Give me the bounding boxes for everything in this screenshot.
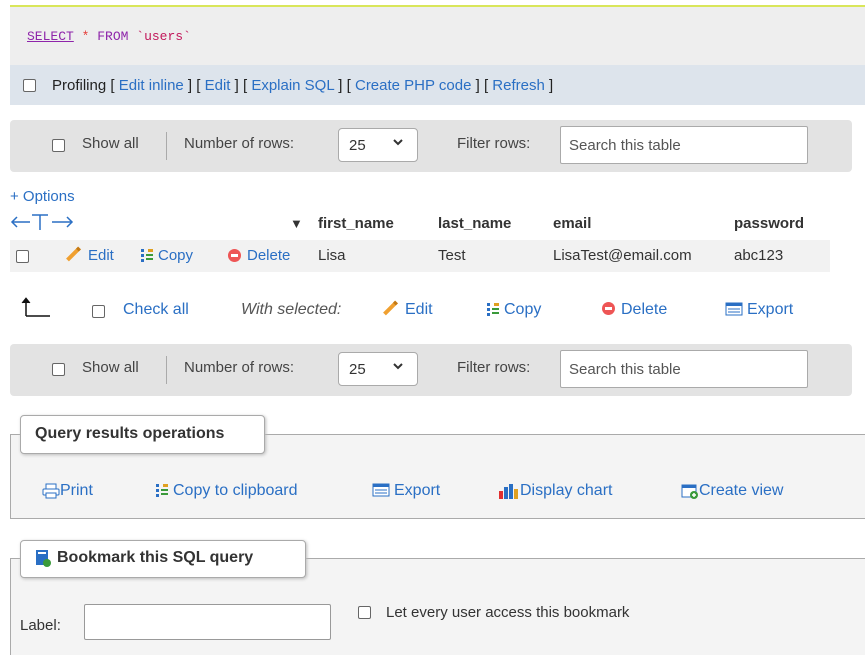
show-all-checkbox[interactable] <box>52 363 65 376</box>
row-delete-label: Delete <box>247 247 291 264</box>
sql-table-name: `users` <box>136 29 191 44</box>
column-resize-arrows-icon[interactable] <box>10 212 80 237</box>
arrow-up-icon <box>20 296 60 322</box>
delete-icon <box>602 302 615 316</box>
explain-sql-link[interactable]: Explain SQL <box>251 77 334 94</box>
bulk-edit-button[interactable]: Edit <box>382 300 433 319</box>
cell-email: LisaTest@email.com <box>553 247 692 264</box>
create-view-icon <box>681 484 698 499</box>
rows-label: Number of rows: <box>184 135 295 152</box>
options-link[interactable]: + Options <box>10 188 75 205</box>
rows-per-page-value: 25 <box>349 361 366 378</box>
sort-dropdown-icon[interactable]: ▼ <box>290 216 303 231</box>
column-header-email[interactable]: email <box>553 215 591 232</box>
filter-rows-input[interactable] <box>560 350 808 388</box>
row-edit-button[interactable]: Edit <box>65 246 114 264</box>
bulk-copy-label: Copy <box>504 301 542 318</box>
print-label: Print <box>60 482 93 499</box>
copy-to-clipboard-label: Copy to clipboard <box>173 482 298 499</box>
row-edit-label: Edit <box>88 247 114 264</box>
rows-label: Number of rows: <box>184 359 295 376</box>
cell-first-name: Lisa <box>318 247 346 264</box>
show-all-label[interactable]: Show all <box>82 359 139 376</box>
rows-per-page-value: 25 <box>349 137 366 154</box>
delete-icon <box>228 248 241 262</box>
edit-link[interactable]: Edit <box>205 77 231 94</box>
cell-password: abc123 <box>734 247 784 264</box>
sql-query-text[interactable]: SELECT * FROM `users` <box>27 29 191 44</box>
column-header-password[interactable]: password <box>734 215 804 232</box>
column-header-last-name[interactable]: last_name <box>438 215 511 232</box>
profiling-checkbox[interactable] <box>23 79 36 92</box>
bulk-edit-label: Edit <box>405 301 433 318</box>
row-delete-button[interactable]: Delete <box>228 247 290 264</box>
chevron-down-icon <box>392 360 404 375</box>
check-all-label[interactable]: Check all <box>123 301 189 319</box>
pencil-icon <box>66 246 81 262</box>
bulk-export-button[interactable]: Export <box>725 301 793 319</box>
bookmark-label-input[interactable] <box>84 604 331 640</box>
copy-icon <box>487 302 499 316</box>
profiling-links: Profiling [ Edit inline ] [ Edit ] [ Exp… <box>52 77 554 94</box>
export-button[interactable]: Export <box>372 482 440 500</box>
filter-rows-label: Filter rows: <box>457 135 531 152</box>
rows-per-page-select[interactable]: 25 <box>338 352 418 386</box>
copy-icon <box>156 483 168 497</box>
refresh-link[interactable]: Refresh <box>492 77 545 94</box>
row-checkbox[interactable] <box>16 250 29 263</box>
chevron-down-icon <box>392 136 404 151</box>
table-navigation-bottom: Show all Number of rows: 25 Filter rows: <box>10 344 852 396</box>
create-view-label: Create view <box>699 482 784 499</box>
table-navigation-top: Show all Number of rows: 25 Filter rows: <box>10 120 852 172</box>
rows-per-page-select[interactable]: 25 <box>338 128 418 162</box>
query-results-operations-title: Query results operations <box>20 415 265 454</box>
let-every-user-label[interactable]: Let every user access this bookmark <box>386 604 629 621</box>
with-selected-label: With selected: <box>241 301 342 318</box>
edit-inline-link[interactable]: Edit inline <box>119 77 184 94</box>
create-php-code-link[interactable]: Create PHP code <box>355 77 471 94</box>
bulk-delete-button[interactable]: Delete <box>602 301 667 319</box>
display-chart-label: Display chart <box>520 482 613 499</box>
copy-icon <box>141 249 153 263</box>
filter-rows-input[interactable] <box>560 126 808 164</box>
bar-chart-icon <box>499 483 518 499</box>
create-view-button[interactable]: Create view <box>681 482 783 500</box>
show-all-checkbox[interactable] <box>52 139 65 152</box>
display-chart-button[interactable]: Display chart <box>498 482 612 500</box>
sql-keyword-from: FROM <box>97 29 129 44</box>
check-all-checkbox[interactable] <box>92 305 105 318</box>
profiling-bar: Profiling [ Edit inline ] [ Edit ] [ Exp… <box>10 65 865 105</box>
sql-keyword-select[interactable]: SELECT <box>27 29 74 44</box>
printer-icon <box>42 483 60 499</box>
column-header-first-name[interactable]: first_name <box>318 215 394 232</box>
with-selected-bar: Check all With selected: Edit Copy Delet… <box>10 296 860 326</box>
bulk-delete-label: Delete <box>621 301 668 318</box>
bookmark-title: Bookmark this SQL query <box>20 540 306 578</box>
export-icon <box>372 483 390 497</box>
export-icon <box>725 302 743 316</box>
profiling-label: Profiling <box>52 77 107 94</box>
pencil-icon <box>383 300 398 316</box>
show-all-label[interactable]: Show all <box>82 135 139 152</box>
table-header-row: ▼ first_name last_name email password <box>10 212 830 238</box>
bulk-copy-button[interactable]: Copy <box>486 301 541 319</box>
copy-to-clipboard-button[interactable]: Copy to clipboard <box>155 482 298 500</box>
sql-star: * <box>81 29 90 44</box>
table-row: Edit Copy Delete Lisa Test LisaTest@emai… <box>10 240 830 272</box>
bookmark-label-text: Label: <box>20 617 61 634</box>
cell-last-name: Test <box>438 247 466 264</box>
export-label: Export <box>394 482 441 499</box>
let-every-user-checkbox[interactable] <box>358 606 371 619</box>
bulk-export-label: Export <box>747 301 794 318</box>
divider <box>166 132 167 160</box>
row-copy-button[interactable]: Copy <box>140 247 193 264</box>
filter-rows-label: Filter rows: <box>457 359 531 376</box>
print-button[interactable]: Print <box>42 482 93 500</box>
divider <box>166 356 167 384</box>
sql-query-box: SELECT * FROM `users` <box>10 7 865 65</box>
bookmark-icon <box>36 550 51 567</box>
row-copy-label: Copy <box>158 247 194 264</box>
bookmark-title-label: Bookmark this SQL query <box>57 549 254 567</box>
